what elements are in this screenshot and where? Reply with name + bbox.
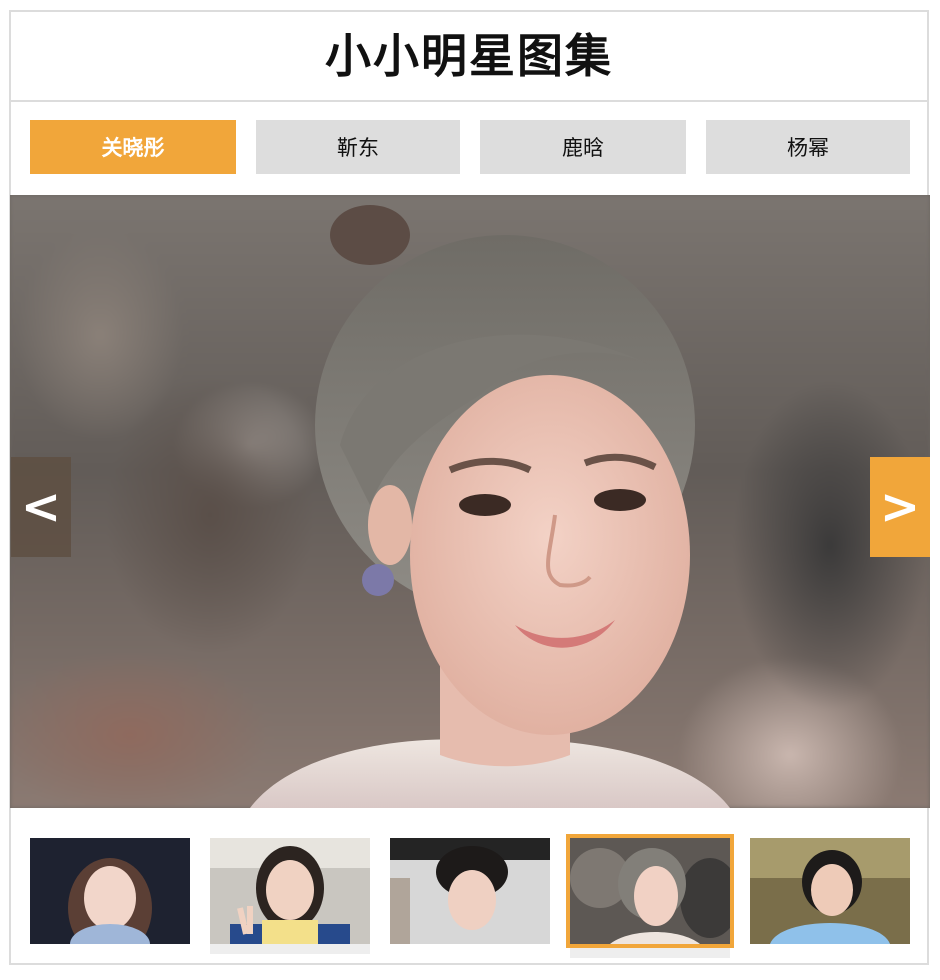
portrait-photo <box>250 205 730 808</box>
thumbnail-5[interactable] <box>750 838 910 944</box>
tab-jin-dong[interactable]: 靳东 <box>256 120 460 174</box>
tab-yang-mi[interactable]: 杨幂 <box>706 120 910 174</box>
thumbnail-4-caption-strip <box>570 948 730 958</box>
prev-arrow-button[interactable]: < <box>11 457 71 557</box>
main-slide-image: < > <box>10 195 930 808</box>
thumbnail-3[interactable] <box>390 838 550 944</box>
next-arrow-button[interactable]: > <box>870 457 930 557</box>
tab-lu-han[interactable]: 鹿晗 <box>480 120 686 174</box>
star-tabs: 关晓彤 靳东 鹿晗 杨幂 <box>30 120 910 174</box>
thumbnail-2[interactable] <box>210 838 370 954</box>
thumbnail-strip <box>30 834 910 958</box>
thumbnail-1[interactable] <box>30 838 190 944</box>
gallery-container: 小小明星图集 关晓彤 靳东 鹿晗 杨幂 < > <box>9 10 930 965</box>
tab-guan-xiaotong[interactable]: 关晓彤 <box>30 120 236 174</box>
title-bar: 小小明星图集 <box>11 12 927 102</box>
thumbnail-4-selected[interactable] <box>566 834 734 948</box>
page-title: 小小明星图集 <box>325 29 613 83</box>
